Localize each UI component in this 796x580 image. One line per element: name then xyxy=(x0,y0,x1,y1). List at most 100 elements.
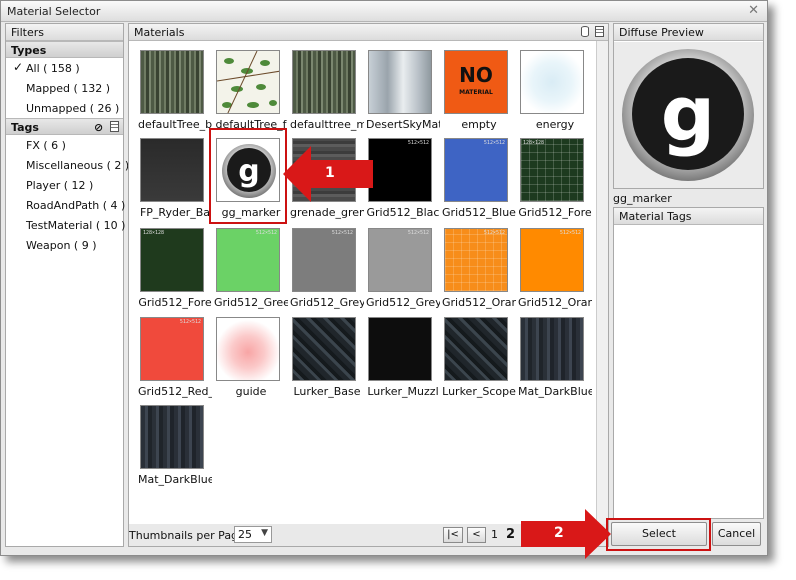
material-name-label: Mat_DarkBlue xyxy=(518,385,592,398)
material-thumbnail[interactable]: 128×128 Grid512_Fore xyxy=(138,228,212,312)
tag-filter-item[interactable]: Player ( 12 ) xyxy=(6,175,123,195)
document-icon[interactable] xyxy=(595,26,604,37)
material-name-label: gg_marker xyxy=(221,206,281,219)
svg-text:g: g xyxy=(238,154,259,189)
database-icon[interactable] xyxy=(580,26,589,37)
material-name-label: FP_Ryder_Ba xyxy=(139,206,211,219)
material-name-label: Grid512_Oran xyxy=(442,296,516,309)
tag-filter-label: TestMaterial ( 10 ) xyxy=(26,219,126,232)
chevron-down-icon: ▼ xyxy=(261,528,268,538)
material-thumbnail[interactable]: guide xyxy=(216,317,282,401)
tags-list: FX ( 6 ) Miscellaneous ( 2 ) Player ( 12 )… xyxy=(6,135,129,255)
tags-header: Tags xyxy=(11,121,39,134)
close-icon[interactable]: ✕ xyxy=(748,3,759,18)
type-filter-label: Mapped ( 132 ) xyxy=(26,82,111,95)
svg-text:g: g xyxy=(661,69,715,158)
types-header: Types xyxy=(6,41,123,58)
materials-header-bar: Materials xyxy=(129,24,608,41)
types-list: ✓ All ( 158 ) Mapped ( 132 ) Unmapped ( 26 … xyxy=(6,58,123,118)
materials-header: Materials xyxy=(134,26,185,39)
material-preview-image: NO MATERIAL xyxy=(444,50,508,114)
material-thumbnail[interactable]: energy xyxy=(520,50,586,134)
select-button[interactable]: Select xyxy=(611,522,707,546)
type-filter-label: All ( 158 ) xyxy=(26,62,80,75)
material-preview-image xyxy=(368,50,432,114)
page-2-link[interactable]: 2 xyxy=(506,527,515,542)
material-preview-image: 512×512 xyxy=(292,228,356,292)
material-name-label: empty xyxy=(461,118,497,131)
material-name-label: Grid512_Grey xyxy=(366,296,440,309)
material-preview-image xyxy=(216,50,280,114)
tag-list-icon[interactable] xyxy=(110,121,119,132)
material-preview-image: 512×512 xyxy=(368,228,432,292)
texture-size-tag: 512×512 xyxy=(483,140,505,146)
material-thumbnail[interactable]: 128×128 Grid512_Fore xyxy=(518,138,592,222)
material-preview-image xyxy=(140,50,204,114)
type-filter-item[interactable]: ✓ All ( 158 ) xyxy=(6,58,123,78)
type-filter-item[interactable]: Unmapped ( 26 ) xyxy=(6,98,123,118)
material-thumbnail[interactable]: Lurker_Base xyxy=(292,317,360,401)
material-thumbnail[interactable]: Mat_DarkBlue xyxy=(138,405,212,489)
material-thumbnail[interactable]: 512×512 Grid512_Blac xyxy=(367,138,439,222)
thumbnails-per-page-value: 25 xyxy=(238,528,252,541)
material-preview-image xyxy=(140,138,204,202)
tag-filter-item[interactable]: Miscellaneous ( 2 ) xyxy=(6,155,129,175)
material-name-label: grenade_gren xyxy=(290,206,364,219)
material-name-label: Grid512_Gree xyxy=(214,296,288,309)
material-thumbnail[interactable]: 512×512 Grid512_Blue xyxy=(442,138,516,222)
material-name-label: energy xyxy=(535,118,575,131)
diffuse-preview-panel: Diffuse Preview g xyxy=(613,23,764,189)
material-thumbnail[interactable]: NO MATERIAL empty xyxy=(444,50,510,134)
material-thumbnail[interactable]: 512×512 Grid512_Oran xyxy=(442,228,516,312)
filters-panel: Filters Types ✓ All ( 158 ) Mapped ( 132 )… xyxy=(5,23,129,547)
type-filter-item[interactable]: Mapped ( 132 ) xyxy=(6,78,123,98)
material-name-label: Lurker_Base xyxy=(293,385,361,398)
texture-size-tag: 512×512 xyxy=(407,230,429,236)
material-thumbnail[interactable]: g gg_marker xyxy=(216,138,282,222)
material-name-label: Grid512_Blac xyxy=(366,206,440,219)
cancel-button[interactable]: Cancel xyxy=(712,522,761,546)
material-name-label: Mat_DarkBlue xyxy=(138,473,212,486)
material-preview-image: 512×512 xyxy=(368,138,432,202)
material-thumbnail[interactable]: Lurker_Scope xyxy=(442,317,516,401)
prev-page-button[interactable]: < xyxy=(467,527,486,543)
clear-filter-icon[interactable]: ⊘ xyxy=(94,121,103,134)
material-thumbnail[interactable]: 512×512 Grid512_Grey xyxy=(290,228,364,312)
tag-filter-item[interactable]: Weapon ( 9 ) xyxy=(6,235,123,255)
material-thumbnail[interactable]: defaulttree_m xyxy=(290,50,364,134)
material-preview-image: 128×128 xyxy=(520,138,584,202)
material-thumbnail[interactable]: DesertSkyMat xyxy=(366,50,440,134)
thumbnails-per-page-select[interactable]: 25 ▼ xyxy=(234,526,272,543)
tag-filter-item[interactable]: RoadAndPath ( 4 ) xyxy=(6,195,126,215)
material-thumbnail[interactable]: FP_Ryder_Ba xyxy=(140,138,210,222)
material-name-label: Lurker_Scope xyxy=(442,385,516,398)
material-thumbnail[interactable]: defaultTree_b xyxy=(138,50,212,134)
material-thumbnail[interactable]: 512×512 Grid512_Gree xyxy=(214,228,288,312)
material-thumbnail[interactable]: 512×512 Grid512_Grey xyxy=(366,228,440,312)
material-name-label: Lurker_Muzzl xyxy=(367,385,439,398)
material-preview-image xyxy=(520,50,584,114)
material-thumbnail[interactable]: 512×512 Grid512_Red_ xyxy=(138,317,212,401)
texture-size-tag: 512×512 xyxy=(483,230,505,236)
material-thumbnail[interactable]: defaultTree_f xyxy=(216,50,287,134)
tag-filter-label: Player ( 12 ) xyxy=(26,179,94,192)
material-thumbnail[interactable]: Mat_DarkBlue xyxy=(518,317,592,401)
filters-header: Filters xyxy=(6,24,123,41)
material-thumbnail[interactable]: Lurker_Muzzl xyxy=(367,317,439,401)
material-preview-image xyxy=(292,50,356,114)
material-name-label: defaultTree_b xyxy=(138,118,212,131)
page-3-link[interactable]: 3 xyxy=(522,528,529,541)
first-page-button[interactable]: |< xyxy=(443,527,463,543)
callout-number-2: 2 xyxy=(554,525,564,541)
materials-scrollbar[interactable] xyxy=(596,41,608,525)
tag-filter-item[interactable]: TestMaterial ( 10 ) xyxy=(6,215,126,235)
tag-filter-item[interactable]: FX ( 6 ) xyxy=(6,135,123,155)
checkmark-icon: ✓ xyxy=(13,60,24,74)
page-1-link[interactable]: 1 xyxy=(491,528,498,541)
tag-filter-label: RoadAndPath ( 4 ) xyxy=(26,199,126,212)
tag-filter-label: FX ( 6 ) xyxy=(26,139,66,152)
diffuse-preview-header: Diffuse Preview xyxy=(614,24,763,41)
material-name-label: defaulttree_m xyxy=(290,118,364,131)
material-thumbnail[interactable]: 512×512 Grid512_Oran xyxy=(518,228,592,312)
material-preview-image: 128×128 xyxy=(140,228,204,292)
